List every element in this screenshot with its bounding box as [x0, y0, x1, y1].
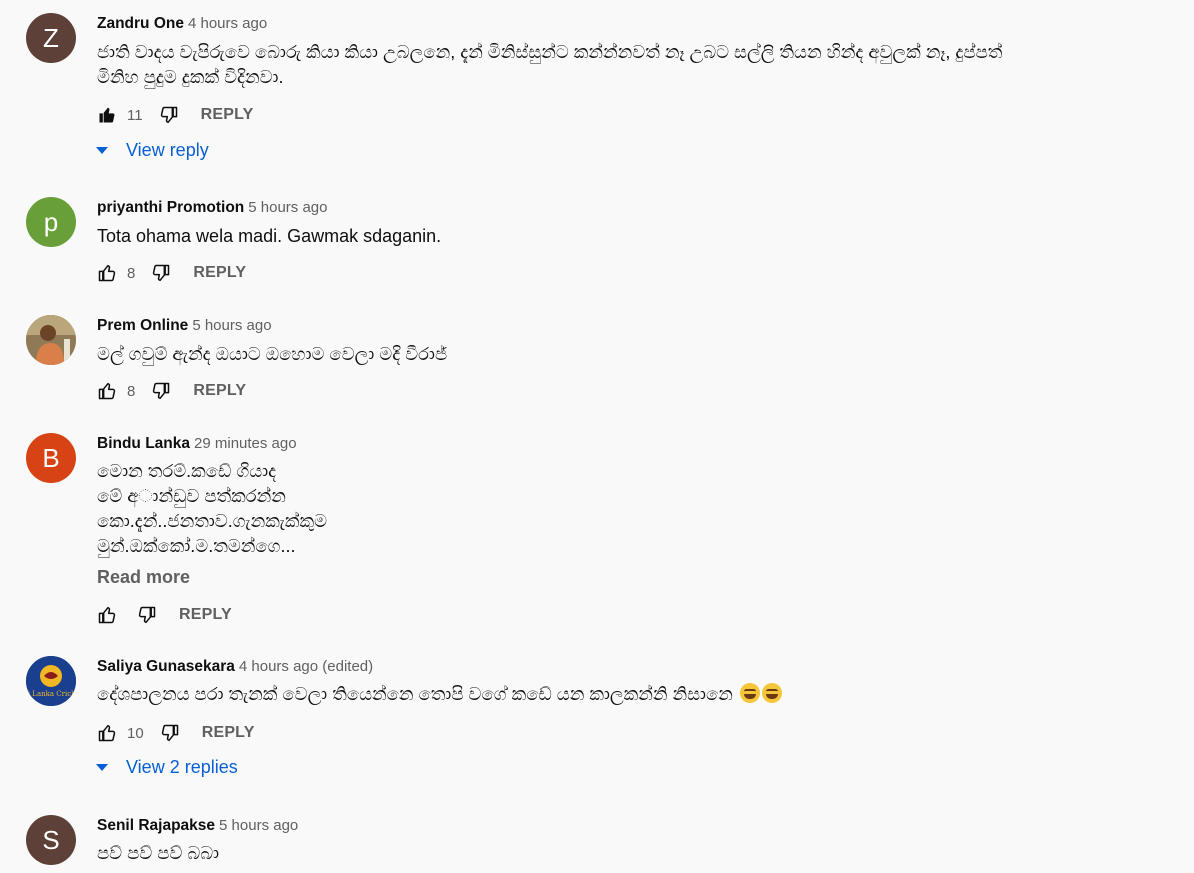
avatar[interactable]: p	[26, 197, 76, 247]
comment-header: Senil Rajapakse 5 hours ago	[97, 816, 298, 836]
triangle-down-icon	[96, 147, 108, 154]
avatar[interactable]	[26, 315, 76, 365]
laughing-emoji-icon	[739, 683, 760, 703]
comment-time[interactable]: 5 hours ago	[248, 199, 327, 216]
comment-text-content: දේශපාලනය පරා තැනක් වෙලා තියෙන්නෙ තොපි වග…	[97, 684, 733, 704]
view-replies-label: View 2 replies	[126, 757, 238, 777]
comment-text: මොන තරම්.කඩේ ගියාද මේ අ◌ාන්ඩුව පත්කරන්න …	[97, 461, 328, 556]
comment-header: Bindu Lanka 29 minutes ago	[97, 434, 297, 454]
like-icon[interactable]	[97, 105, 117, 125]
author-name[interactable]: Prem Online	[97, 317, 188, 334]
author-name[interactable]: priyanthi Promotion	[97, 199, 244, 216]
avatar-letter: B	[42, 442, 60, 473]
comment-text: Tota ohama wela madi. Gawmak sdaganin.	[97, 226, 442, 246]
author-name[interactable]: Zandru One	[97, 15, 184, 32]
avatar-letter: p	[43, 206, 59, 237]
reply-button[interactable]: REPLY	[193, 382, 246, 400]
comment-actions: REPLY	[97, 603, 232, 627]
read-more-button[interactable]: Read more	[97, 567, 190, 588]
comment-actions: 10 REPLY	[97, 721, 255, 745]
author-name[interactable]: Senil Rajapakse	[97, 817, 215, 834]
comment-time[interactable]: 4 hours ago (edited)	[239, 658, 373, 675]
author-name[interactable]: Bindu Lanka	[97, 435, 190, 452]
like-count: 10	[127, 724, 144, 742]
like-icon[interactable]	[97, 263, 117, 283]
author-name[interactable]: Saliya Gunasekara	[97, 658, 235, 675]
reply-button[interactable]: REPLY	[201, 106, 254, 124]
sri-lanka-cricket-logo-icon: Sri Lanka Cricket	[26, 656, 76, 706]
avatar[interactable]: Z	[26, 13, 76, 63]
comment-time[interactable]: 5 hours ago	[192, 317, 271, 334]
view-replies-button[interactable]: View reply	[94, 140, 209, 161]
comment-actions: 8 REPLY	[97, 261, 246, 285]
like-icon[interactable]	[97, 381, 117, 401]
comment-header: priyanthi Promotion 5 hours ago	[97, 198, 327, 218]
avatar[interactable]: B	[26, 433, 76, 483]
dislike-icon[interactable]	[137, 605, 157, 625]
like-icon[interactable]	[97, 723, 117, 743]
comment-time[interactable]: 5 hours ago	[219, 817, 298, 834]
dislike-icon[interactable]	[151, 381, 171, 401]
dislike-icon[interactable]	[159, 105, 179, 125]
logo-text: Sri Lanka Cricket	[26, 690, 76, 698]
reply-button[interactable]: REPLY	[179, 606, 232, 624]
reply-button[interactable]: REPLY	[193, 264, 246, 282]
person-photo-icon	[26, 315, 76, 365]
avatar-letter: Z	[43, 22, 59, 53]
avatar[interactable]: S	[26, 815, 76, 865]
comment-header: Prem Online 5 hours ago	[97, 316, 272, 336]
comment-text: මල් ගවුම් ඇන්ද ඔයාට ඔහොම වෙලා මදි වීරාජ්	[97, 344, 448, 364]
comment-actions: 11 REPLY	[97, 103, 253, 127]
comment-actions: 8 REPLY	[97, 379, 246, 403]
like-count: 8	[127, 264, 136, 282]
avatar[interactable]: Sri Lanka Cricket	[26, 656, 76, 706]
comment-time[interactable]: 29 minutes ago	[194, 435, 297, 452]
triangle-down-icon	[96, 764, 108, 771]
comment-text: දේශපාලනය පරා තැනක් වෙලා තියෙන්නෙ තොපි වග…	[97, 682, 1157, 707]
dislike-icon[interactable]	[151, 263, 171, 283]
like-icon[interactable]	[97, 605, 117, 625]
comment-header: Saliya Gunasekara 4 hours ago (edited)	[97, 657, 373, 677]
view-replies-button[interactable]: View 2 replies	[94, 757, 238, 778]
like-count: 11	[127, 106, 143, 124]
comment-text: ජාති වාදය වැපිරුවෙ බොරු කියා කියා උබලනෙ,…	[97, 42, 1003, 87]
like-count: 8	[127, 382, 136, 400]
laughing-emoji-icon	[761, 683, 782, 703]
view-replies-label: View reply	[126, 140, 209, 160]
comment-header: Zandru One 4 hours ago	[97, 14, 267, 34]
comment-text: පව් පව් පව් බබා	[97, 843, 220, 863]
dislike-icon[interactable]	[160, 723, 180, 743]
comment-time[interactable]: 4 hours ago	[188, 15, 267, 32]
reply-button[interactable]: REPLY	[202, 724, 255, 742]
avatar-letter: S	[42, 824, 60, 855]
